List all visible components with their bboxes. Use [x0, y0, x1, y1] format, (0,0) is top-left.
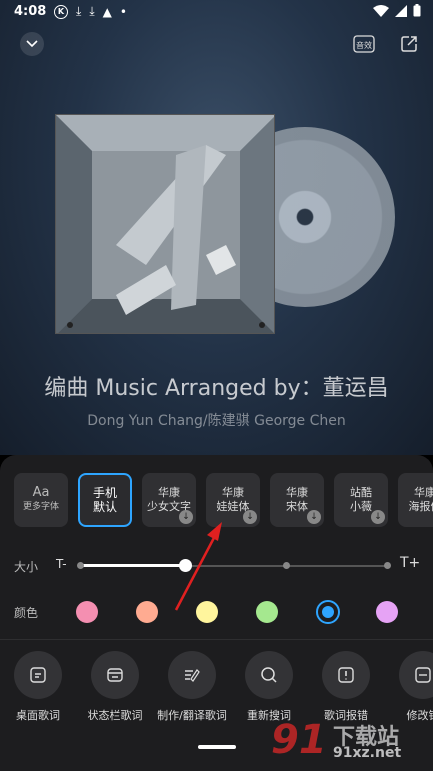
statusbar-lyrics-button[interactable]: 状态栏歌词: [77, 651, 153, 723]
download-icon: ↓: [179, 510, 193, 524]
share-icon: [401, 36, 417, 52]
desktop-lyrics-icon: [30, 667, 46, 683]
color-row: 颜色: [0, 600, 433, 625]
share-button[interactable]: [397, 32, 421, 56]
font-option-song[interactable]: 华康 宋体 ↓: [270, 473, 324, 527]
watermark-url: 91xz.net: [333, 745, 402, 761]
sound-effect-icon: 音效: [353, 35, 375, 53]
size-tick: [77, 562, 84, 569]
song-subtitle: Dong Yun Chang/陈建骐 George Chen: [87, 413, 346, 429]
font-option-line2: 海报体: [408, 500, 433, 513]
action-label: 桌面歌词: [16, 709, 60, 722]
font-option-line2: 宋体: [286, 500, 308, 513]
size-tick: [283, 562, 290, 569]
font-option-line1: 华康: [414, 486, 433, 499]
color-swatch[interactable]: [316, 600, 340, 624]
sound-effect-button[interactable]: 音效: [352, 32, 376, 56]
chevron-down-icon: [26, 40, 38, 48]
font-option-line1: 华康: [286, 486, 308, 499]
signal-icon: [395, 4, 407, 17]
more-fonts-label: 更多字体: [22, 502, 59, 512]
statusbar-lyrics-circle: [91, 651, 139, 699]
more-fonts-aa: Aa: [32, 485, 50, 500]
album-cover[interactable]: [55, 114, 275, 334]
research-lyrics-circle: [245, 651, 293, 699]
size-min-label: T-: [56, 557, 67, 571]
desktop-lyrics-button[interactable]: 桌面歌词: [0, 651, 76, 723]
modify-lyrics-circle: [399, 651, 433, 699]
font-option-haibao[interactable]: 华康 海报体: [398, 473, 433, 527]
modify-icon: [415, 667, 431, 683]
download-icon: ⤓: [89, 4, 95, 18]
size-tick: [384, 562, 391, 569]
system-icons: [373, 4, 421, 17]
watermark-number: 91: [271, 717, 327, 763]
status-time: 4:08: [14, 4, 47, 19]
k-app-icon: K: [54, 4, 68, 19]
download-icon: ↓: [307, 510, 321, 524]
edit-lyrics-circle: [168, 651, 216, 699]
font-option-line1: 华康: [222, 486, 244, 499]
svg-text:音效: 音效: [356, 40, 372, 50]
action-label: 制作/翻译歌词: [157, 709, 227, 722]
site-watermark: 91 下载站 91xz.net: [263, 715, 433, 771]
app-notification-icon: ▲: [102, 4, 112, 19]
status-bar: 4:08 K ⤓ ⤓ ▲ •: [0, 0, 433, 24]
search-icon: [261, 667, 277, 683]
size-label: 大小: [14, 560, 39, 574]
modify-lyrics-button[interactable]: 修改错: [385, 651, 433, 723]
size-slider-thumb[interactable]: [178, 559, 192, 572]
wifi-icon: [373, 4, 389, 17]
color-swatch[interactable]: [136, 601, 158, 623]
notification-icons: K ⤓ ⤓ ▲ •: [54, 4, 127, 19]
font-option-default[interactable]: 手机 默认: [78, 473, 132, 527]
album-art-image: [56, 115, 274, 333]
more-fonts-button[interactable]: Aa 更多字体: [14, 473, 68, 527]
battery-icon: [413, 4, 421, 17]
download-icon: ↓: [243, 510, 257, 524]
report-lyrics-circle: [322, 651, 370, 699]
color-swatch[interactable]: [76, 601, 98, 623]
divider: [0, 639, 433, 640]
font-option-shaonv[interactable]: 华康 少女文字 ↓: [142, 473, 196, 527]
dot-icon: •: [119, 4, 127, 19]
size-row: 大小 T- T+: [0, 555, 433, 579]
size-slider-fill: [80, 564, 185, 567]
font-option-line2: 小薇: [350, 500, 372, 513]
edit-lyrics-button[interactable]: 制作/翻译歌词: [154, 651, 230, 723]
font-option-wawa[interactable]: 华康 娃娃体 ↓: [206, 473, 260, 527]
download-icon: ⤓: [76, 4, 82, 18]
size-max-label: T+: [400, 555, 421, 571]
font-option-xiaowei[interactable]: 站酷 小薇 ↓: [334, 473, 388, 527]
report-icon: [338, 667, 354, 683]
song-title: 编曲 Music Arranged by：董运昌: [44, 376, 389, 401]
font-option-line1: 手机: [92, 486, 117, 500]
font-option-line1: 站酷: [350, 486, 372, 499]
download-icon: ↓: [371, 510, 385, 524]
font-option-line1: 华康: [158, 486, 180, 499]
action-label: 状态栏歌词: [87, 709, 143, 722]
color-label: 颜色: [14, 606, 39, 620]
statusbar-lyrics-icon: [107, 668, 123, 682]
desktop-lyrics-circle: [14, 651, 62, 699]
edit-lyrics-icon: [185, 669, 200, 682]
collapse-button[interactable]: [20, 32, 44, 56]
color-swatch[interactable]: [256, 601, 278, 623]
font-selector: Aa 更多字体 手机 默认 华康 少女文字 ↓ 华康 娃娃体 ↓ 华康 宋体 ↓…: [14, 473, 433, 529]
report-lyrics-button[interactable]: 歌词报错: [308, 651, 384, 723]
color-swatch[interactable]: [376, 601, 398, 623]
home-indicator[interactable]: [198, 745, 236, 749]
research-lyrics-button[interactable]: 重新搜词: [231, 651, 307, 723]
player-background: 4:08 K ⤓ ⤓ ▲ • 音效 编曲 Music Arranged by：董…: [0, 0, 433, 455]
font-option-line2: 默认: [92, 500, 117, 514]
color-swatch[interactable]: [196, 601, 218, 623]
